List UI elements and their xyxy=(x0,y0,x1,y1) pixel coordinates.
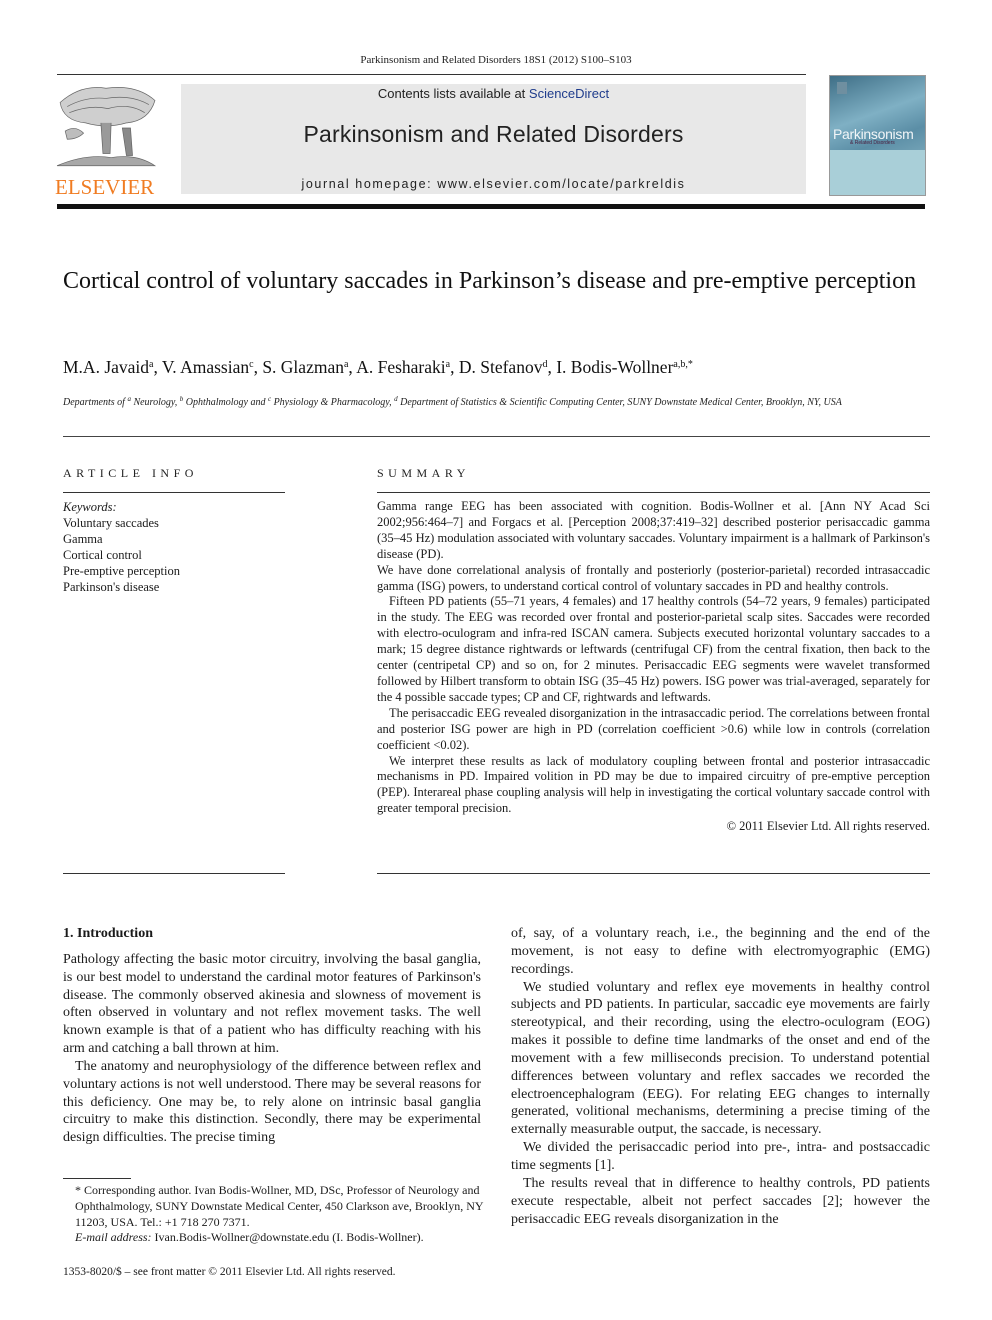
divider xyxy=(63,873,285,874)
body-paragraph: The anatomy and neurophysiology of the d… xyxy=(63,1058,481,1146)
cover-subtitle: & Related Disorders xyxy=(850,140,895,146)
email-link[interactable]: Ivan.Bodis-Wollner@downstate.edu (I. Bod… xyxy=(152,1230,424,1244)
journal-banner: Contents lists available at ScienceDirec… xyxy=(181,84,806,194)
keyword[interactable]: Parkinson's disease xyxy=(63,579,285,595)
corresponding-author-footnote: * Corresponding author. Ivan Bodis-Wolln… xyxy=(75,1183,485,1246)
keywords-label: Keywords: xyxy=(63,500,117,514)
header-rule xyxy=(57,74,806,75)
affiliations: Departments of a Neurology, b Ophthalmol… xyxy=(63,395,842,408)
journal-title: Parkinsonism and Related Disorders xyxy=(303,121,684,147)
cover-publisher-icon xyxy=(837,82,847,94)
body-paragraph: We studied voluntary and reflex eye move… xyxy=(511,979,930,1138)
elsevier-logo[interactable]: ELSEVIER xyxy=(55,82,160,199)
author[interactable]: M.A. Javaida xyxy=(63,357,153,377)
keyword[interactable]: Gamma xyxy=(63,531,285,547)
keyword[interactable]: Cortical control xyxy=(63,547,285,563)
author[interactable]: I. Bodis-Wollnera,b,* xyxy=(556,357,693,377)
keyword[interactable]: Voluntary saccades xyxy=(63,515,285,531)
body-paragraph: of, say, of a voluntary reach, i.e., the… xyxy=(511,926,930,977)
section-heading: 1. Introduction xyxy=(63,926,153,941)
sciencedirect-link[interactable]: ScienceDirect xyxy=(529,86,609,101)
body-column-left: 1. Introduction Pathology affecting the … xyxy=(63,925,481,1147)
journal-cover-thumbnail[interactable]: Parkinsonism & Related Disorders xyxy=(829,75,926,196)
author[interactable]: D. Stefanovd xyxy=(459,357,548,377)
cover-band xyxy=(830,149,925,195)
corresponding-author-mark[interactable]: * xyxy=(688,359,693,370)
footnote-text: * Corresponding author. Ivan Bodis-Wolln… xyxy=(75,1183,484,1229)
author-list: M.A. Javaida, V. Amassianc, S. Glazmana,… xyxy=(63,357,693,377)
summary-paragraph: We have done correlational analysis of f… xyxy=(377,562,930,593)
body-paragraph: We divided the perisaccadic period into … xyxy=(511,1140,930,1173)
summary-heading: SUMMARY xyxy=(377,466,470,480)
contents-prefix: Contents lists available at xyxy=(377,86,529,101)
summary-paragraph: The perisaccadic EEG revealed disorganiz… xyxy=(377,705,930,752)
divider xyxy=(63,492,285,493)
journal-homepage-link[interactable]: journal homepage: www.elsevier.com/locat… xyxy=(181,177,806,191)
divider xyxy=(63,436,930,437)
footnote-rule xyxy=(63,1178,131,1179)
running-header: Parkinsonism and Related Disorders 18S1 … xyxy=(360,54,632,66)
front-matter-notice: 1353-8020/$ – see front matter © 2011 El… xyxy=(63,1266,396,1278)
masthead-rule xyxy=(57,204,925,209)
keyword[interactable]: Pre-emptive perception xyxy=(63,563,285,579)
body-paragraph: The results reveal that in difference to… xyxy=(511,1175,930,1227)
divider xyxy=(377,873,930,874)
elsevier-wordmark: ELSEVIER xyxy=(55,175,155,199)
summary-copyright: © 2011 Elsevier Ltd. All rights reserved… xyxy=(726,819,930,834)
elsevier-tree-icon xyxy=(56,87,157,167)
summary-paragraph: We interpret these results as lack of mo… xyxy=(377,753,930,816)
divider xyxy=(377,492,930,493)
body-paragraph: Pathology affecting the basic motor circ… xyxy=(63,951,481,1057)
article-info-heading: ARTICLE INFO xyxy=(63,466,198,480)
article-title: Cortical control of voluntary saccades i… xyxy=(63,268,917,294)
email-label: E-mail address: xyxy=(75,1230,152,1245)
summary-paragraph: Fifteen PD patients (55–71 years, 4 fema… xyxy=(377,594,930,704)
footnote-email: E-mail address: Ivan.Bodis-Wollner@downs… xyxy=(75,1230,485,1246)
author[interactable]: V. Amassianc xyxy=(162,357,254,377)
body-column-right: of, say, of a voluntary reach, i.e., the… xyxy=(511,925,930,1228)
keywords-list: Keywords: Voluntary saccades Gamma Corti… xyxy=(63,499,285,595)
author[interactable]: S. Glazmana xyxy=(262,357,348,377)
author[interactable]: A. Fesharakia xyxy=(356,357,450,377)
author-sup: a,b,* xyxy=(673,359,693,370)
contents-line: Contents lists available at ScienceDirec… xyxy=(181,86,806,101)
summary-body: Gamma range EEG has been associated with… xyxy=(377,499,930,835)
summary-paragraph: Gamma range EEG has been associated with… xyxy=(377,499,930,561)
